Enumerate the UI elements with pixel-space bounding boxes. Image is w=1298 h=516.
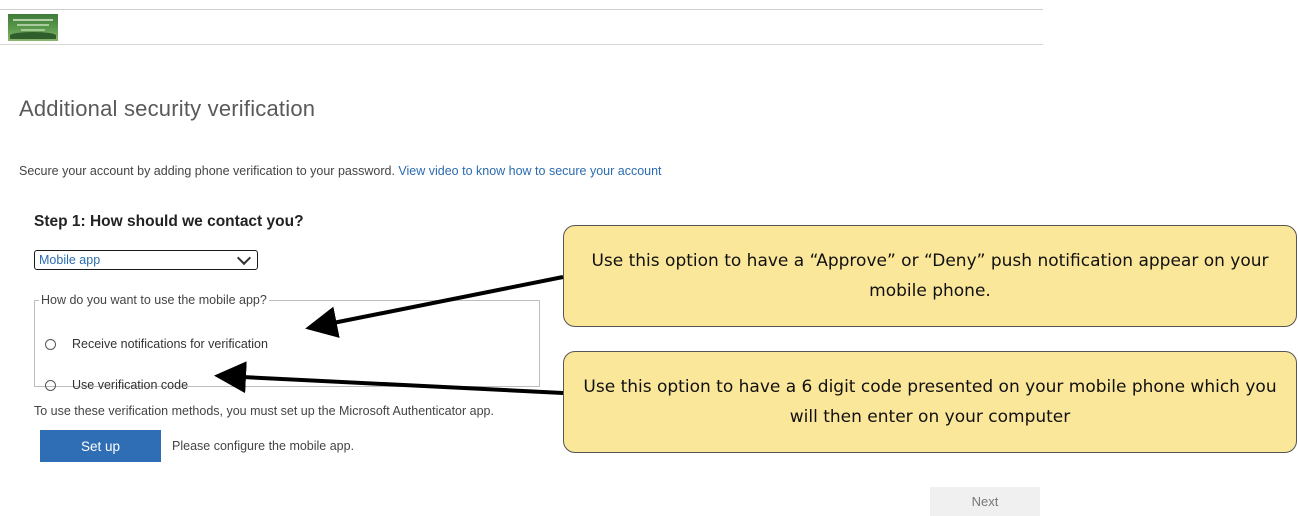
callout-text: Use this option to have a 6 digit code p…	[583, 376, 1277, 427]
radio-label: Use verification code	[72, 378, 189, 392]
top-border	[0, 9, 1043, 10]
contact-method-select[interactable]: Mobile app	[34, 250, 258, 270]
header-divider	[0, 44, 1043, 45]
next-button[interactable]: Next	[930, 487, 1040, 516]
callout-push-notification: Use this option to have a “Approve” or “…	[563, 225, 1297, 327]
callout-text: Use this option to have a “Approve” or “…	[591, 250, 1269, 301]
intro-description: Secure your account by adding phone veri…	[19, 164, 395, 178]
callout-verification-code: Use this option to have a 6 digit code p…	[563, 351, 1297, 453]
radio-label: Receive notifications for verification	[72, 337, 268, 351]
contact-method-value: Mobile app	[39, 253, 101, 267]
authenticator-note: To use these verification methods, you m…	[34, 404, 494, 418]
chevron-down-icon	[236, 250, 252, 265]
radio-button[interactable]	[45, 379, 56, 391]
step-1-heading: Step 1: How should we contact you?	[34, 213, 304, 230]
setup-hint: Please configure the mobile app.	[172, 439, 355, 453]
setup-button[interactable]: Set up	[40, 430, 161, 462]
radio-option-verification-code[interactable]: Use verification code	[45, 378, 188, 392]
radio-button[interactable]	[45, 338, 56, 350]
college-logo-icon	[8, 14, 58, 41]
video-link[interactable]: View video to know how to secure your ac…	[398, 164, 661, 178]
mobile-app-mode-group: How do you want to use the mobile app? R…	[34, 293, 540, 392]
mode-group-legend: How do you want to use the mobile app?	[41, 293, 267, 307]
intro-text: Secure your account by adding phone veri…	[19, 164, 662, 178]
page-title: Additional security verification	[19, 96, 316, 121]
radio-option-notifications[interactable]: Receive notifications for verification	[45, 337, 268, 351]
